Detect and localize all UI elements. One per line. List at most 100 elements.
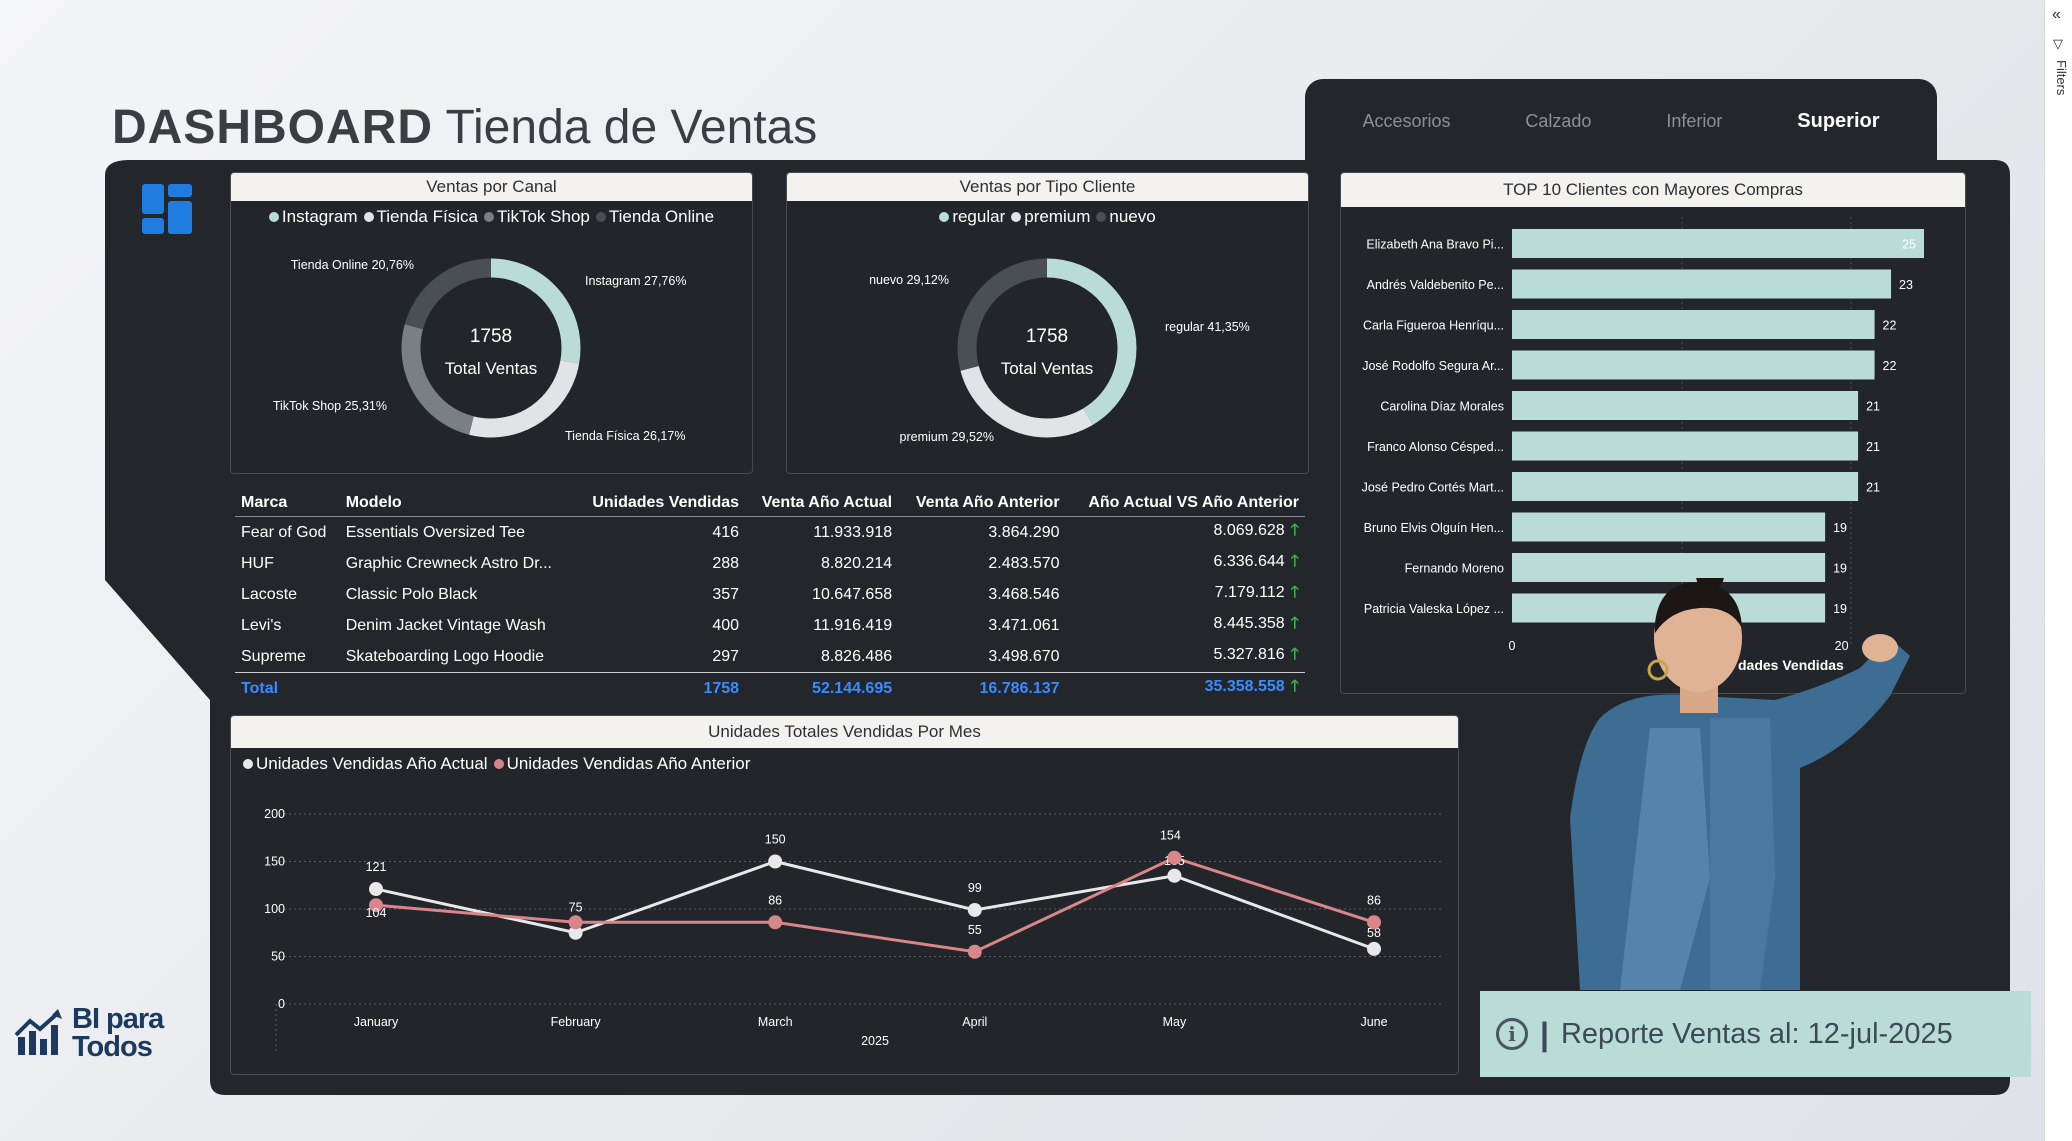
column-header[interactable]: Año Actual VS Año Anterior — [1065, 490, 1305, 517]
y-tick-label: 0 — [278, 997, 285, 1011]
column-header[interactable]: Venta Año Anterior — [898, 490, 1066, 517]
bar[interactable] — [1512, 512, 1826, 542]
category-tabs: Accesorios Calzado Inferior Superior — [1305, 79, 1937, 174]
bar[interactable] — [1512, 472, 1859, 501]
data-point[interactable] — [967, 944, 982, 959]
report-separator: | — [1540, 1015, 1549, 1052]
collapse-chevron-icon[interactable]: « — [2052, 6, 2061, 24]
total-row[interactable]: Total 1758 52.144.695 16.786.137 35.358.558 🡑 — [235, 672, 1305, 704]
table-cell: 6.336.644 🡑 — [1213, 553, 1299, 570]
info-icon[interactable]: i — [1496, 1018, 1528, 1050]
data-point[interactable] — [768, 854, 783, 869]
table-cell: 7.179.112 🡑 — [1214, 584, 1299, 601]
series-line[interactable] — [375, 856, 1375, 954]
legend-item[interactable]: Unidades Vendidas Año Anterior — [493, 754, 751, 774]
legend-item[interactable]: regular — [939, 207, 1005, 227]
table-cell: 8.445.358 🡑 — [1213, 615, 1299, 632]
column-header[interactable]: Modelo — [339, 490, 575, 517]
legend-item[interactable]: Tienda Física — [363, 207, 478, 227]
slice-label: premium 29,52% — [900, 430, 995, 444]
sales-table: Marca Modelo Unidades Vendidas Venta Año Ac… — [235, 490, 1305, 704]
data-point[interactable] — [568, 915, 583, 930]
table-cell: 3.864.290 — [988, 523, 1060, 541]
table-row[interactable]: Levi's Denim Jacket Vintage Wash 400 11.916… — [235, 610, 1305, 641]
data-point[interactable] — [1167, 868, 1182, 883]
donut-center-value: 1758 — [1026, 326, 1068, 347]
filter-icon[interactable]: ▽ — [2053, 36, 2063, 52]
legend-ventas-cliente: regular premium nuevo — [787, 207, 1308, 227]
table-row[interactable]: Fear of God Essentials Oversized Tee 416 11… — [235, 517, 1305, 549]
y-tick-label: 200 — [264, 807, 285, 821]
bar[interactable] — [1512, 310, 1875, 339]
table-cell — [339, 672, 575, 704]
data-point[interactable] — [1367, 941, 1381, 956]
panel-ventas-canal-header: Ventas por Canal — [231, 173, 752, 201]
legend-item[interactable]: Instagram — [268, 207, 358, 227]
bar-category-label: Carolina Díaz Morales — [1380, 400, 1504, 414]
logo-line1: BI para — [72, 1003, 164, 1035]
data-label: 154 — [1160, 829, 1181, 843]
legend-dot — [1011, 212, 1022, 222]
table-row[interactable]: Lacoste Classic Polo Black 357 10.647.658 3.… — [235, 579, 1305, 610]
filters-label[interactable]: Filters — [2054, 60, 2069, 95]
tab-superior[interactable]: Superior — [1797, 110, 1879, 133]
x-tick-label: May — [1163, 1015, 1187, 1029]
column-header[interactable]: Venta Año Actual — [745, 490, 899, 517]
donut-center-label: Total Ventas — [445, 359, 538, 378]
data-point[interactable] — [1367, 915, 1381, 930]
data-label: 86 — [768, 893, 782, 907]
column-header[interactable]: Marca — [235, 490, 340, 517]
up-arrow-icon: 🡑 — [1290, 553, 1299, 570]
data-label: 55 — [968, 923, 982, 937]
table-row[interactable]: Supreme Skateboarding Logo Hoodie 297 8.826… — [235, 641, 1305, 673]
dashboard-icon[interactable] — [142, 184, 196, 238]
table-cell: Supreme — [241, 647, 306, 665]
table-cell: Lacoste — [241, 585, 298, 603]
bar[interactable] — [1512, 391, 1859, 420]
bar-category-label: Franco Alonso Césped... — [1367, 440, 1504, 454]
bar-value-label: 25 — [1902, 238, 1916, 252]
x-tick-label: January — [354, 1015, 399, 1029]
bar-category-label: Andrés Valdebenito Pe... — [1367, 278, 1504, 292]
bar-category-label: José Pedro Cortés Mart... — [1362, 481, 1504, 495]
y-tick-label: 50 — [271, 950, 285, 964]
bar[interactable] — [1512, 350, 1875, 380]
donut-ventas-cliente: regular 41,35% premium 29,52% nuevo 29,12%… — [869, 258, 1250, 444]
legend-label: Unidades Vendidas Año Anterior — [506, 754, 751, 773]
data-point[interactable] — [768, 915, 783, 930]
bar[interactable] — [1512, 431, 1859, 461]
data-label: 150 — [765, 833, 786, 847]
x-tick-label: 0 — [1509, 639, 1516, 653]
legend-item[interactable]: Tienda Online — [595, 207, 714, 227]
bar[interactable] — [1512, 269, 1892, 299]
x-tick-label: March — [758, 1015, 793, 1029]
table-row[interactable]: HUF Graphic Crewneck Astro Dr... 288 8.820.… — [235, 548, 1305, 579]
legend-item[interactable]: premium — [1011, 207, 1090, 227]
line-chart-header: Unidades Totales Vendidas Por Mes — [231, 716, 1458, 748]
column-header[interactable]: Unidades Vendidas — [574, 490, 746, 517]
table-cell: 297 — [712, 647, 740, 665]
data-point[interactable] — [967, 902, 982, 917]
table-cell: 16.786.137 — [898, 672, 1066, 704]
table-cell: 8.820.214 — [820, 554, 893, 572]
bar[interactable] — [1512, 229, 1924, 258]
table-cell: 8.826.486 — [820, 647, 893, 665]
data-point[interactable] — [369, 882, 383, 897]
table-cell: 3.468.546 — [988, 585, 1060, 603]
table-cell: 416 — [712, 523, 740, 541]
tab-inferior[interactable]: Inferior — [1666, 111, 1722, 132]
legend-item[interactable]: TikTok Shop — [483, 207, 590, 227]
tab-calzado[interactable]: Calzado — [1525, 111, 1591, 132]
legend-item[interactable]: nuevo — [1096, 207, 1156, 227]
filters-pane[interactable]: « ▽ Filters — [2044, 0, 2072, 1141]
panel-ventas-cliente-header: Ventas por Tipo Cliente — [787, 173, 1308, 201]
legend-dot — [595, 212, 606, 222]
panel-unidades-mes: Unidades Totales Vendidas Por Mes Unidad… — [230, 715, 1459, 1075]
table-body: Fear of God Essentials Oversized Tee 416 11… — [235, 517, 1305, 704]
line-chart-legend: Unidades Vendidas Año Actual Unidades Ven… — [231, 754, 1458, 774]
legend-item[interactable]: Unidades Vendidas Año Actual — [243, 754, 488, 774]
tab-accesorios[interactable]: Accesorios — [1362, 111, 1450, 132]
data-label: 86 — [1367, 893, 1381, 907]
data-point[interactable] — [1167, 850, 1182, 865]
up-arrow-icon: 🡑 — [1290, 615, 1299, 632]
